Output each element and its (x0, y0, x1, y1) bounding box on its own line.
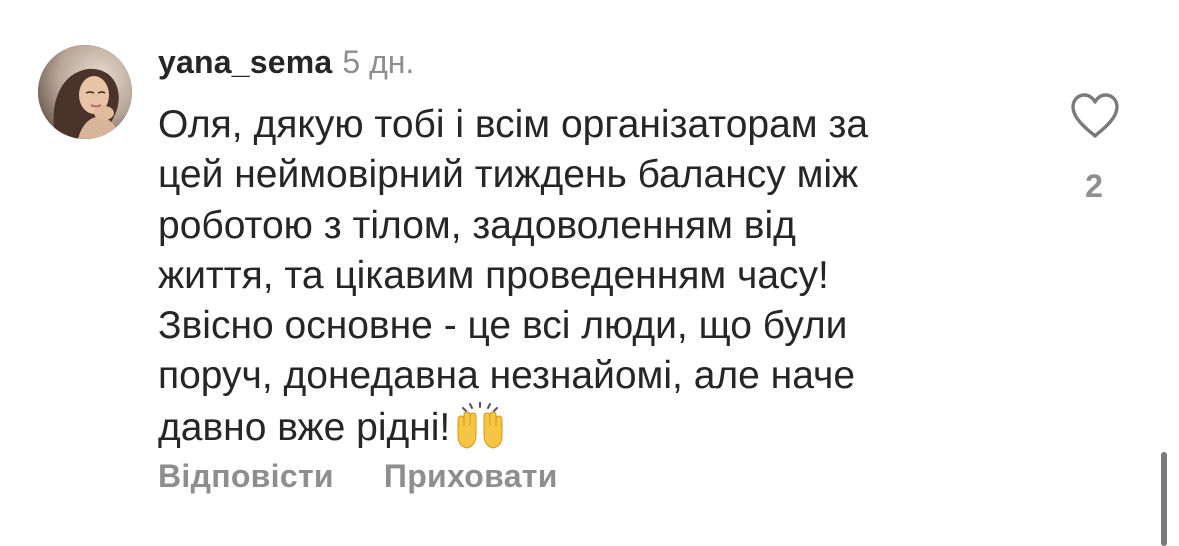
comment-line: життя, та цікавим проведенням часу! (158, 253, 829, 297)
comment-line: Звісно основне - це всі люди, що були (158, 304, 848, 348)
hide-button[interactable]: Приховати (384, 458, 558, 495)
timestamp: 5 дн. (342, 44, 415, 80)
comment-line: роботою з тілом, задоволенням від (158, 203, 796, 247)
comment-line: Оля, дякую тобі і всім організаторам за (158, 103, 869, 146)
raising-hands-emoji (457, 401, 503, 449)
scrollbar[interactable] (1161, 452, 1167, 546)
avatar-photo (38, 45, 132, 139)
avatar[interactable] (38, 45, 132, 139)
username-link[interactable]: yana_sema (158, 44, 332, 81)
comment-header: yana_sema 5 дн. (158, 44, 414, 88)
comment-item: yana_sema 5 дн. Оля, дякую тобі і всім о… (0, 0, 1179, 546)
reply-button[interactable]: Відповісти (158, 458, 334, 495)
comment-last-line: давно вже рідні! (158, 401, 1018, 453)
comment-line: цей неймовірний тиждень балансу між (158, 153, 859, 197)
heart-outline-icon[interactable] (1069, 92, 1121, 140)
comment-line: поруч, донедавна незнайомі, але наче (158, 354, 856, 398)
like-count: 2 (1085, 168, 1103, 204)
comment-line: давно вже рідні! (158, 405, 451, 449)
comment-text: Оля, дякую тобі і всім організаторам за … (158, 100, 1018, 453)
comment-actions: Відповісти Приховати (158, 458, 608, 495)
